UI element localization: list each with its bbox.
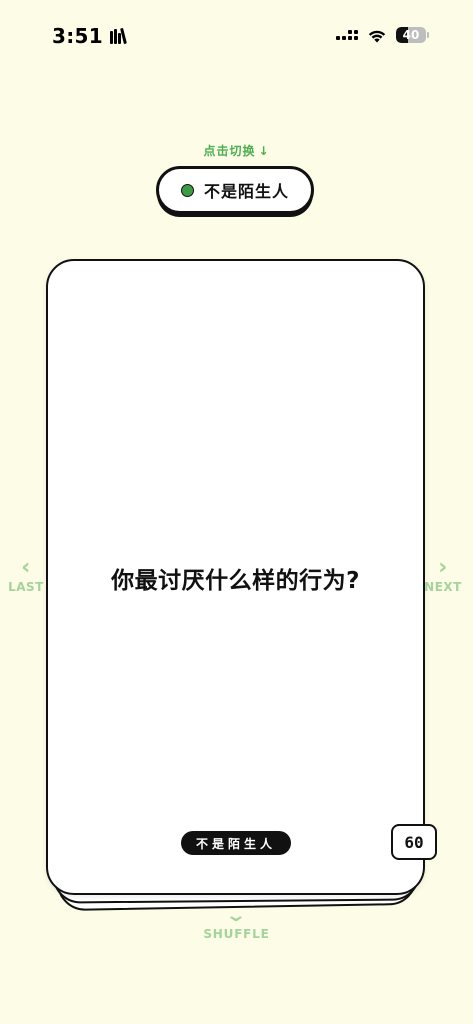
card-count-badge: 60 <box>391 824 437 860</box>
last-button[interactable]: ‹ LAST <box>1 555 51 595</box>
category-switch-button[interactable]: 不是陌生人 <box>156 166 314 214</box>
chevron-right-icon: › <box>438 555 448 580</box>
card-category-tag: 不是陌生人 <box>181 831 291 855</box>
arrow-down-icon: ↓ <box>258 144 270 158</box>
status-bar: 3:51 40 <box>0 0 473 70</box>
chevron-left-icon: ‹ <box>21 555 31 580</box>
question-text: 你最讨厌什么样的行为? <box>111 568 360 594</box>
battery-percent: 40 <box>402 28 420 42</box>
books-icon <box>109 27 127 45</box>
battery-icon: 40 <box>396 27 426 43</box>
category-label: 不是陌生人 <box>203 182 289 201</box>
next-button[interactable]: › NEXT <box>418 555 468 595</box>
category-dot-icon <box>180 183 194 197</box>
cellular-signal-icon <box>336 30 358 40</box>
time-text: 3:51 <box>52 24 103 48</box>
shuffle-button[interactable]: ⌄ SHUFFLE <box>0 905 473 942</box>
chevron-down-icon: ⌄ <box>224 905 249 926</box>
switch-hint-text: 点击切换 <box>203 144 256 158</box>
shuffle-label: SHUFFLE <box>203 927 270 941</box>
battery-tip <box>427 32 429 38</box>
last-label: LAST <box>8 580 44 594</box>
wifi-icon <box>368 30 386 42</box>
status-time: 3:51 <box>52 24 127 48</box>
question-card[interactable]: 你最讨厌什么样的行为? 不是陌生人 <box>46 259 425 895</box>
next-label: NEXT <box>424 580 462 594</box>
switch-hint: 点击切换 ↓ <box>0 142 473 159</box>
status-indicators: 40 <box>336 27 429 43</box>
battery: 40 <box>396 27 429 43</box>
